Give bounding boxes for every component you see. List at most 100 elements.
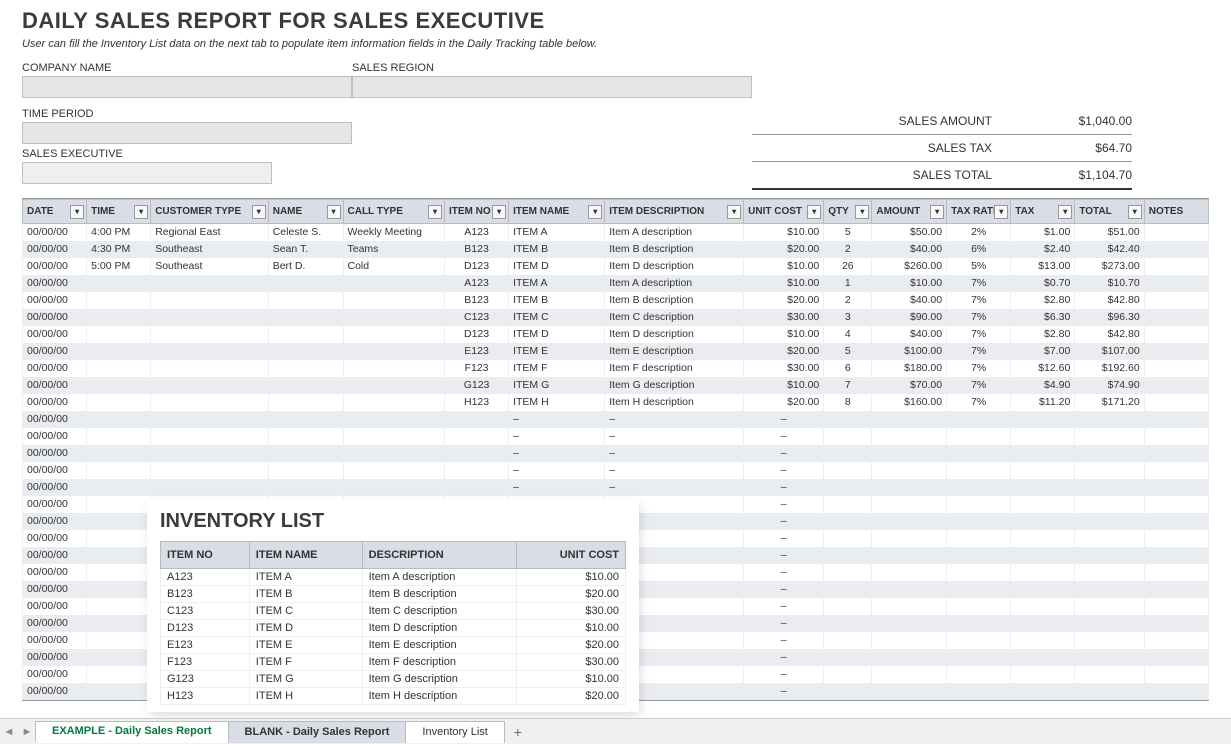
cell[interactable] xyxy=(1075,632,1144,649)
cell[interactable] xyxy=(1075,683,1144,700)
cell[interactable]: 00/00/00 xyxy=(23,428,87,445)
cell[interactable] xyxy=(87,309,151,326)
inv-row[interactable]: H123ITEM HItem H description$20.00 xyxy=(161,688,626,705)
cell[interactable]: 00/00/00 xyxy=(23,496,87,513)
cell[interactable]: ITEM B xyxy=(509,292,605,309)
cell[interactable]: – xyxy=(605,445,744,462)
cell[interactable]: Item D description xyxy=(605,326,744,343)
cell[interactable] xyxy=(1144,649,1208,666)
cell[interactable]: Item A description xyxy=(605,275,744,292)
cell[interactable] xyxy=(445,411,509,428)
cell[interactable]: ITEM C xyxy=(509,309,605,326)
cell[interactable] xyxy=(1011,411,1075,428)
cell[interactable] xyxy=(1144,224,1208,241)
cell[interactable] xyxy=(872,462,947,479)
cell[interactable] xyxy=(947,615,1011,632)
cell[interactable]: 00/00/00 xyxy=(23,683,87,700)
cell[interactable]: 4 xyxy=(824,326,872,343)
cell[interactable] xyxy=(1011,666,1075,683)
cell[interactable]: ITEM E xyxy=(509,343,605,360)
cell[interactable] xyxy=(1144,275,1208,292)
cell[interactable] xyxy=(343,292,445,309)
cell[interactable] xyxy=(1075,445,1144,462)
cell[interactable] xyxy=(872,615,947,632)
cell[interactable] xyxy=(824,462,872,479)
cell[interactable] xyxy=(872,564,947,581)
cell[interactable] xyxy=(947,598,1011,615)
cell[interactable] xyxy=(1011,598,1075,615)
inv-cell[interactable]: Item B description xyxy=(362,586,516,603)
cell[interactable] xyxy=(872,513,947,530)
cell[interactable] xyxy=(1011,530,1075,547)
cell[interactable] xyxy=(1144,411,1208,428)
inv-cell[interactable]: ITEM F xyxy=(249,654,362,671)
cell[interactable] xyxy=(268,377,343,394)
table-row[interactable]: 00/00/00––– xyxy=(23,411,1209,428)
cell[interactable] xyxy=(87,547,151,564)
cell[interactable] xyxy=(151,394,269,411)
cell[interactable] xyxy=(343,377,445,394)
inv-cell[interactable]: Item F description xyxy=(362,654,516,671)
cell[interactable] xyxy=(343,326,445,343)
cell[interactable] xyxy=(1075,496,1144,513)
cell[interactable] xyxy=(947,496,1011,513)
cell[interactable] xyxy=(445,479,509,496)
cell[interactable] xyxy=(151,343,269,360)
cell[interactable] xyxy=(1144,513,1208,530)
cell[interactable]: $180.00 xyxy=(872,360,947,377)
cell[interactable] xyxy=(87,632,151,649)
cell[interactable] xyxy=(87,394,151,411)
cell[interactable] xyxy=(87,292,151,309)
cell[interactable]: ITEM A xyxy=(509,275,605,292)
cell[interactable]: $2.40 xyxy=(1011,241,1075,258)
cell[interactable]: Sean T. xyxy=(268,241,343,258)
cell[interactable]: 5% xyxy=(947,258,1011,275)
cell[interactable] xyxy=(947,479,1011,496)
cell[interactable]: – xyxy=(744,615,824,632)
cell[interactable]: – xyxy=(509,462,605,479)
cell[interactable] xyxy=(1144,479,1208,496)
cell[interactable] xyxy=(268,326,343,343)
cell[interactable]: 00/00/00 xyxy=(23,666,87,683)
cell[interactable]: $30.00 xyxy=(744,309,824,326)
cell[interactable] xyxy=(1144,258,1208,275)
filter-dropdown-icon[interactable]: ▾ xyxy=(727,205,741,219)
cell[interactable]: 7% xyxy=(947,292,1011,309)
cell[interactable]: 00/00/00 xyxy=(23,241,87,258)
cell[interactable]: 00/00/00 xyxy=(23,598,87,615)
filter-dropdown-icon[interactable]: ▾ xyxy=(930,205,944,219)
cell[interactable]: ITEM A xyxy=(509,224,605,241)
cell[interactable] xyxy=(87,564,151,581)
cell[interactable] xyxy=(268,292,343,309)
cell[interactable] xyxy=(1144,326,1208,343)
cell[interactable] xyxy=(947,428,1011,445)
cell[interactable] xyxy=(87,326,151,343)
cell[interactable]: $13.00 xyxy=(1011,258,1075,275)
cell[interactable]: $10.00 xyxy=(744,224,824,241)
cell[interactable]: – xyxy=(509,479,605,496)
table-row[interactable]: 00/00/00F123ITEM FItem F description$30.… xyxy=(23,360,1209,377)
cell[interactable] xyxy=(1144,462,1208,479)
cell[interactable] xyxy=(151,479,269,496)
inv-row[interactable]: G123ITEM GItem G description$10.00 xyxy=(161,671,626,688)
inv-cell[interactable]: $20.00 xyxy=(516,586,625,603)
inv-cell[interactable]: F123 xyxy=(161,654,250,671)
cell[interactable] xyxy=(87,581,151,598)
cell[interactable] xyxy=(1075,581,1144,598)
cell[interactable] xyxy=(87,666,151,683)
inv-cell[interactable]: G123 xyxy=(161,671,250,688)
cell[interactable]: A123 xyxy=(445,275,509,292)
cell[interactable] xyxy=(268,394,343,411)
inv-cell[interactable]: $30.00 xyxy=(516,654,625,671)
cell[interactable] xyxy=(1075,547,1144,564)
cell[interactable]: 5 xyxy=(824,224,872,241)
cell[interactable] xyxy=(268,445,343,462)
cell[interactable] xyxy=(1011,649,1075,666)
cell[interactable] xyxy=(824,411,872,428)
cell[interactable]: A123 xyxy=(445,224,509,241)
cell[interactable] xyxy=(87,411,151,428)
cell[interactable] xyxy=(87,428,151,445)
cell[interactable] xyxy=(445,445,509,462)
filter-dropdown-icon[interactable]: ▾ xyxy=(855,205,869,219)
table-row[interactable]: 00/00/00A123ITEM AItem A description$10.… xyxy=(23,275,1209,292)
